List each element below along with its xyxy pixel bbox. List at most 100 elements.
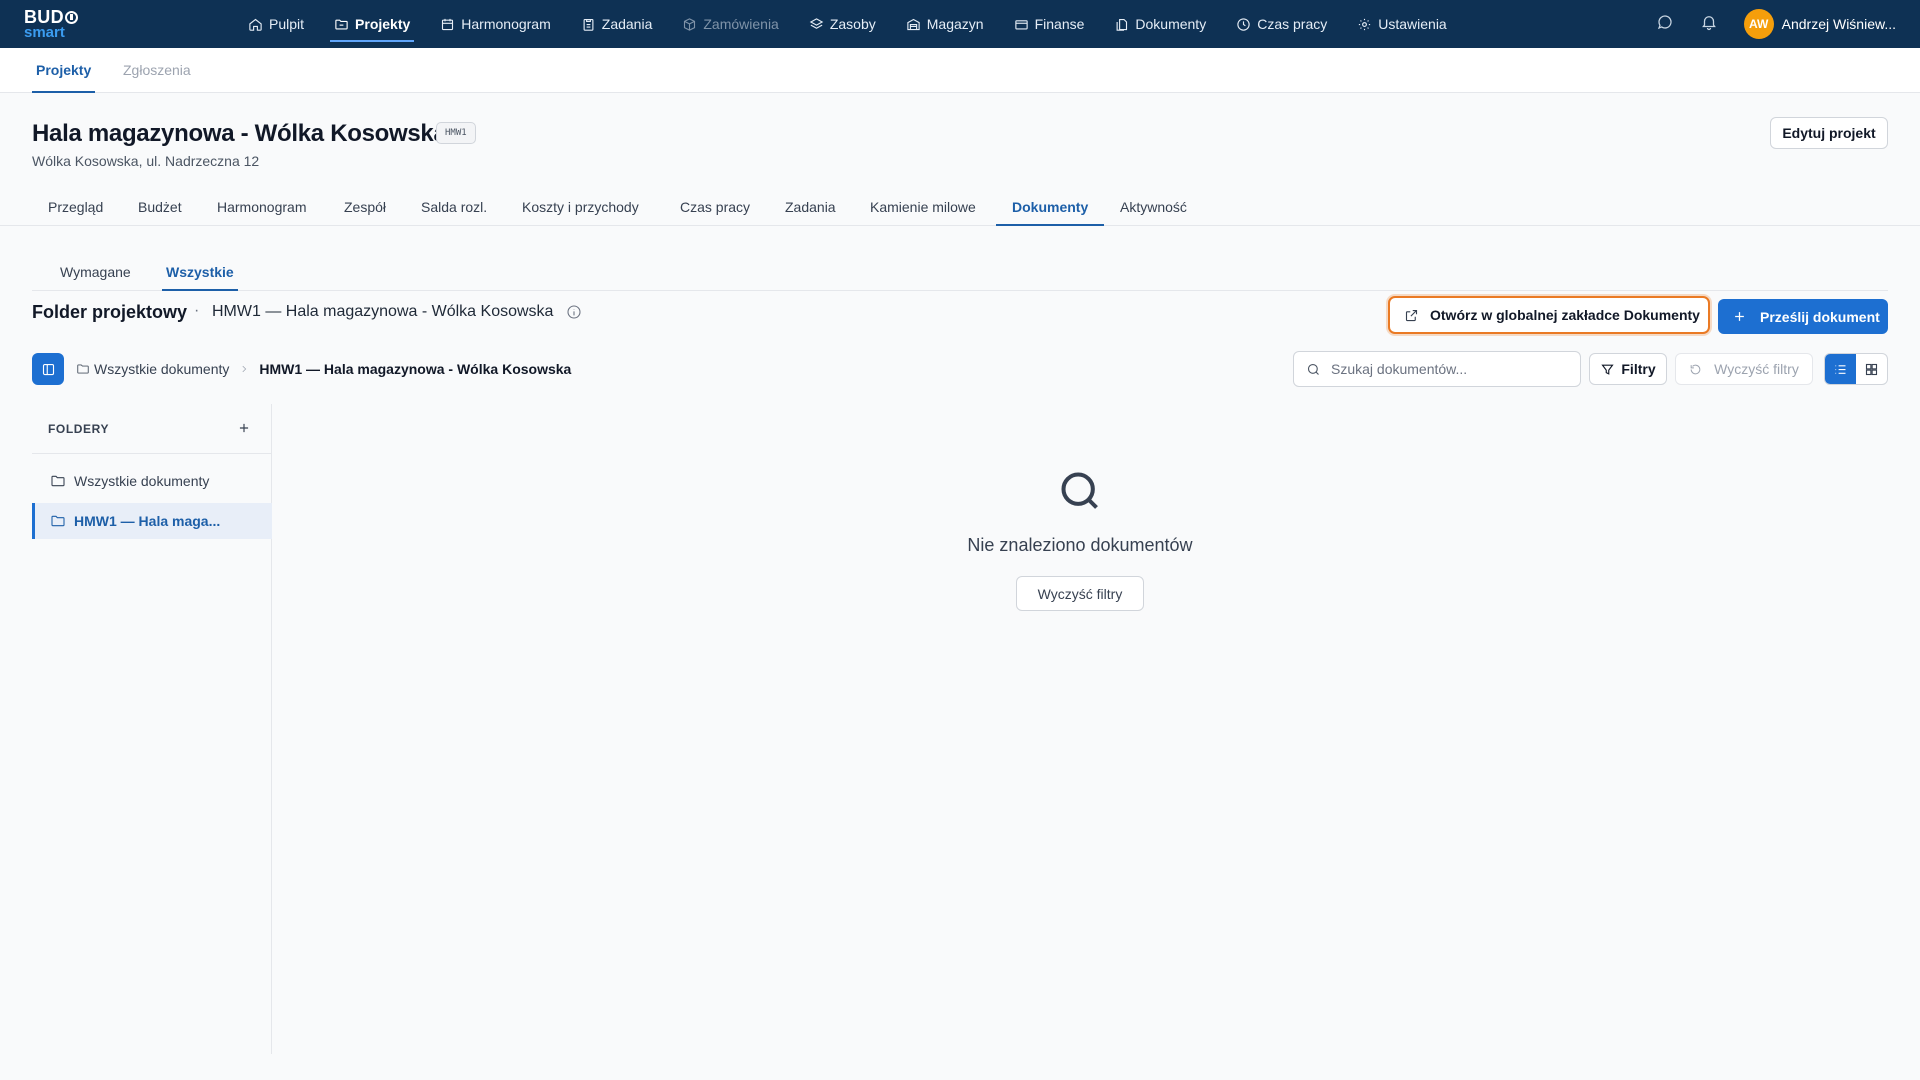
nav-item-label: Projekty (355, 16, 411, 32)
search-icon (1307, 363, 1319, 375)
gear-icon (1359, 18, 1371, 30)
clear-filters-label: Wyczyść filtry (1714, 361, 1799, 377)
breadcrumb-current: HMW1 — Hala magazynowa - Wólka Kosowska (259, 361, 572, 377)
nav-item-label: Pulpit (269, 16, 305, 32)
subtab-wymagane[interactable]: Wymagane (56, 253, 135, 290)
open-global-documents-button[interactable]: Otwórz w globalnej zakładce Dokumenty (1388, 296, 1710, 334)
nav-item-ustawienia[interactable]: Ustawienia (1347, 0, 1456, 48)
nav-item-label: Zamówienia (703, 16, 779, 32)
app-logo[interactable]: BUD smart (24, 8, 84, 40)
project-tabs: Przegląd Budżet Harmonogram Zespół Salda… (0, 189, 1920, 226)
nav-item-projekty[interactable]: Projekty (324, 0, 420, 48)
nav-item-label: Ustawienia (1378, 16, 1447, 32)
tab-harmonogram[interactable]: Harmonogram (201, 189, 322, 225)
logo-text-bottom: smart (24, 24, 65, 41)
folder-item-all-documents[interactable]: Wszystkie dokumenty (32, 463, 272, 499)
nav-item-zamowienia[interactable]: Zamówienia (672, 0, 788, 48)
project-address: Wólka Kosowska, ul. Nadrzeczna 12 (32, 153, 260, 169)
filters-label: Filtry (1621, 361, 1656, 377)
nav-item-finanse[interactable]: Finanse (1004, 0, 1095, 48)
add-folder-button[interactable] (234, 418, 254, 438)
grid-icon (1865, 363, 1878, 375)
edit-project-button[interactable]: Edytuj projekt (1770, 117, 1888, 149)
tab-salda-rozl[interactable]: Salda rozl. (405, 189, 503, 225)
plus-icon (1735, 312, 1744, 321)
page-title: Hala magazynowa - Wólka Kosowska (32, 120, 447, 147)
layers-icon (809, 17, 824, 29)
sidebar-panel-icon (42, 363, 54, 375)
tab-koszty-i-przychody[interactable]: Koszty i przychody (506, 189, 655, 225)
subnav-projekty[interactable]: Projekty (31, 48, 96, 93)
info-icon[interactable] (566, 304, 582, 320)
tab-dokumenty[interactable]: Dokumenty (996, 189, 1105, 226)
tab-aktywnosc[interactable]: Aktywność (1104, 189, 1203, 225)
avatar[interactable]: AW (1743, 9, 1774, 39)
nav-item-czas-pracy[interactable]: Czas pracy (1226, 0, 1337, 48)
breadcrumb: Wszystkie dokumenty HMW1 — Hala magazyno… (76, 361, 571, 377)
reset-icon (1690, 364, 1701, 374)
nav-item-label: Harmonogram (461, 16, 551, 32)
tab-kamienie-milowe[interactable]: Kamienie milowe (854, 189, 992, 225)
filters-button[interactable]: Filtry (1589, 353, 1667, 385)
subnav-zgloszenia[interactable]: Zgłoszenia (123, 48, 191, 92)
folder-item-hmw1[interactable]: HMW1 — Hala maga... (32, 503, 272, 539)
folder-icon (335, 19, 348, 29)
grid-view-button[interactable] (1856, 354, 1887, 384)
bell-icon (1701, 16, 1716, 31)
clear-filters-button[interactable]: Wyczyść filtry (1675, 353, 1813, 385)
tab-czas-pracy[interactable]: Czas pracy (664, 189, 766, 225)
toggle-folders-panel-button[interactable] (32, 353, 64, 385)
list-icon (1835, 364, 1846, 374)
nav-item-pulpit[interactable]: Pulpit (238, 0, 314, 48)
wallet-icon (1014, 19, 1028, 29)
external-link-icon (1405, 309, 1418, 321)
home-icon (249, 18, 262, 31)
tab-budzet[interactable]: Budżet (122, 189, 198, 225)
empty-clear-filters-button[interactable]: Wyczyść filtry (1016, 576, 1144, 611)
folder-icon (76, 362, 94, 376)
upload-document-label: Prześlij dokument (1760, 308, 1880, 325)
nav-item-magazyn[interactable]: Magazyn (896, 0, 994, 48)
folders-panel: FOLDERY Wszystkie dokumenty HMW1 — Hala … (32, 404, 272, 1054)
box-icon (684, 17, 696, 31)
plus-icon (239, 423, 249, 433)
nav-item-dokumenty[interactable]: Dokumenty (1104, 0, 1216, 48)
folder-heading: Folder projektowy (32, 302, 188, 322)
document-icon (1116, 18, 1128, 31)
notifications-button[interactable] (1700, 13, 1722, 35)
heading-separator: · (194, 302, 200, 319)
nav-item-label: Finanse (1034, 16, 1085, 32)
warehouse-icon (907, 18, 920, 30)
subtab-wszystkie[interactable]: Wszystkie (162, 253, 238, 291)
logo-ring-icon (64, 10, 78, 24)
list-view-button[interactable] (1825, 354, 1856, 384)
nav-item-zadania[interactable]: Zadania (571, 0, 663, 48)
tab-przeglad[interactable]: Przegląd (32, 189, 119, 225)
filter-icon (1601, 364, 1614, 375)
info-circle-icon (567, 305, 581, 319)
calendar-icon (442, 18, 454, 30)
view-mode-toggle (1824, 353, 1888, 385)
upload-document-button[interactable]: Prześlij dokument (1718, 299, 1888, 334)
search-box[interactable] (1293, 351, 1581, 387)
main-menu: Pulpit Projekty Harmonogram Zadania Zamó… (238, 0, 1467, 48)
nav-item-label: Zasoby (829, 16, 876, 32)
messages-button[interactable] (1656, 13, 1678, 35)
nav-item-label: Magazyn (926, 16, 984, 32)
user-name[interactable]: Andrzej Wiśniew... (1782, 16, 1896, 32)
breadcrumb-root[interactable]: Wszystkie dokumenty (94, 361, 229, 377)
tab-zespol[interactable]: Zespół (328, 189, 402, 225)
search-icon (1058, 469, 1102, 513)
folder-icon (51, 515, 65, 527)
tab-zadania[interactable]: Zadania (769, 189, 852, 225)
folder-icon (51, 475, 65, 487)
user-area: AW Andrzej Wiśniew... (1656, 0, 1896, 48)
top-navigation: BUD smart Pulpit Projekty Harmonogram Za… (0, 0, 1920, 48)
nav-item-harmonogram[interactable]: Harmonogram (430, 0, 560, 48)
nav-item-zasoby[interactable]: Zasoby (799, 0, 886, 48)
search-input[interactable] (1331, 361, 1571, 377)
clipboard-icon (583, 18, 594, 31)
folder-name: HMW1 — Hala magazynowa - Wólka Kosowska (212, 303, 554, 320)
empty-state-message: Nie znaleziono dokumentów (967, 535, 1193, 555)
folders-title: FOLDERY (48, 422, 110, 436)
